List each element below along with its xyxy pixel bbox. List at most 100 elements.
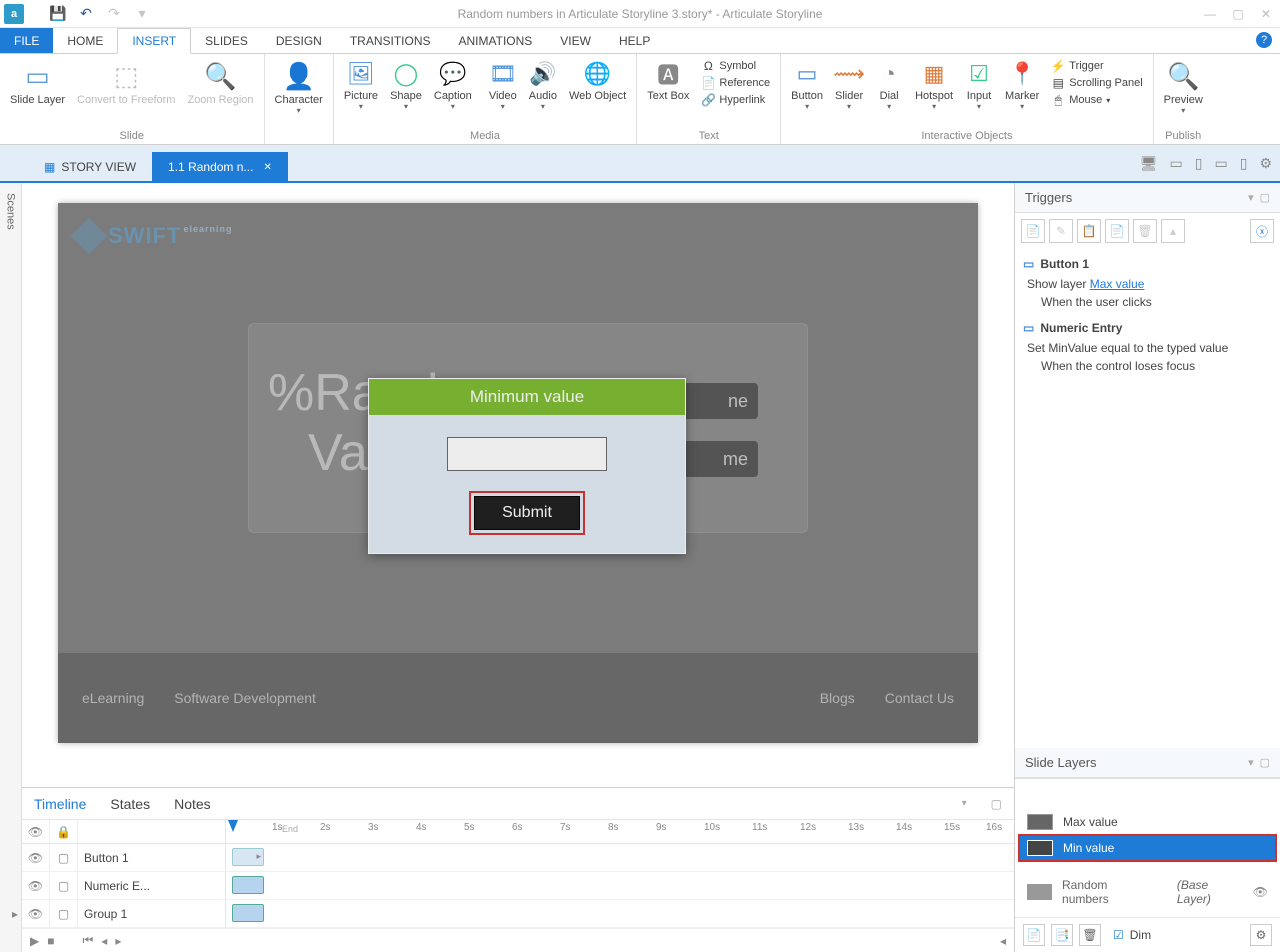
text-box-button[interactable]: 🅰Text Box (641, 56, 695, 104)
panel-menu-icon[interactable]: ▾ (1248, 756, 1254, 769)
playhead-icon[interactable] (228, 820, 238, 832)
edit-trigger-icon[interactable]: ✎ (1049, 219, 1073, 243)
reference-button[interactable]: 📄Reference (699, 75, 772, 91)
notes-tab[interactable]: Notes (174, 796, 211, 812)
dim-checkbox[interactable]: ☑ (1113, 928, 1124, 942)
paste-trigger-icon[interactable]: 📄 (1105, 219, 1129, 243)
tab-file[interactable]: FILE (0, 28, 53, 53)
tab-home[interactable]: HOME (53, 28, 117, 53)
timeline-row[interactable]: ▸👁▢Group 1 (22, 900, 1014, 928)
trigger-rule[interactable]: Show layer Max value (1023, 275, 1272, 293)
tab-insert[interactable]: INSERT (117, 28, 191, 54)
picture-button[interactable]: 🖼Picture▾ (338, 56, 384, 113)
slide-layer-button[interactable]: ▭Slide Layer (4, 56, 71, 108)
save-icon[interactable]: 💾 (50, 6, 66, 22)
trigger-object[interactable]: ▭Numeric Entry (1023, 317, 1272, 339)
scroll-left-icon[interactable]: ◂ (1000, 934, 1006, 948)
tablet-landscape-icon[interactable]: ▭ (1170, 155, 1183, 172)
layer-toolbar: 📄 📑 🗑 ☑ Dim ⚙ (1015, 917, 1280, 952)
dial-button[interactable]: ◔Dial▾ (869, 56, 909, 113)
panel-menu-icon[interactable]: ▾ (962, 798, 967, 809)
hotspot-button[interactable]: ▦Hotspot▾ (909, 56, 959, 113)
phone-portrait-icon[interactable]: ▯ (1240, 155, 1248, 172)
panel-window-icon[interactable]: ▢ (991, 797, 1002, 811)
audio-button[interactable]: 🔊Audio▾ (523, 56, 563, 113)
new-trigger-icon[interactable]: 📄 (1021, 219, 1045, 243)
duplicate-layer-icon[interactable]: 📑 (1051, 924, 1073, 946)
qat-dropdown-icon[interactable]: ▾ (134, 6, 150, 22)
desktop-icon[interactable]: 🖥 (1140, 155, 1158, 172)
tab-transitions[interactable]: TRANSITIONS (336, 28, 445, 53)
hyperlink-button[interactable]: 🔗Hyperlink (699, 92, 772, 108)
close-button[interactable]: ✕ (1252, 2, 1280, 26)
panel-menu-icon[interactable]: ▾ (1248, 191, 1254, 204)
prev-frame-icon[interactable]: ◂ (101, 934, 107, 948)
close-tab-icon[interactable]: ✕ (263, 162, 271, 173)
undo-icon[interactable]: ↶ (78, 6, 94, 22)
eye-header-icon[interactable]: 👁 (22, 820, 50, 843)
scenes-rail[interactable]: Scenes (0, 183, 22, 952)
slider-button[interactable]: ⟿Slider▾ (829, 56, 869, 113)
lock-header-icon[interactable]: 🔒 (50, 820, 78, 843)
shape-button[interactable]: ◯Shape▾ (384, 56, 428, 113)
trigger-object[interactable]: ▭Button 1 (1023, 253, 1272, 275)
panel-popout-icon[interactable]: ▢ (1260, 191, 1270, 204)
timeline-row[interactable]: 👁▢Button 1 ▸ (22, 844, 1014, 872)
next-frame-icon[interactable]: ▸ (115, 934, 121, 948)
base-layer-row[interactable]: Random numbers (Base Layer) 👁 (1019, 873, 1276, 911)
slide-canvas[interactable]: SWIFT elearning %Random Va ne me Minimum… (22, 183, 1014, 787)
copy-trigger-icon[interactable]: 📋 (1077, 219, 1101, 243)
zoom-region-button[interactable]: 🔍Zoom Region (181, 56, 259, 108)
delete-trigger-icon[interactable]: 🗑 (1133, 219, 1157, 243)
tab-animations[interactable]: ANIMATIONS (445, 28, 547, 53)
visibility-icon[interactable]: 👁 (1253, 885, 1268, 899)
tab-view[interactable]: VIEW (546, 28, 605, 53)
timeline-row[interactable]: 👁▢Numeric E... (22, 872, 1014, 900)
states-tab[interactable]: States (110, 796, 150, 812)
variables-icon[interactable]: ⓧ (1250, 219, 1274, 243)
help-icon[interactable]: ? (1256, 32, 1272, 48)
layer-settings-icon[interactable]: ⚙ (1250, 924, 1272, 946)
settings-icon[interactable]: ⚙ (1259, 155, 1272, 172)
play-icon[interactable]: ▶ (30, 934, 39, 948)
web-object-button[interactable]: 🌐Web Object (563, 56, 632, 104)
button-button[interactable]: ▭Button▾ (785, 56, 829, 113)
preview-button[interactable]: 🔍Preview▾ (1158, 56, 1209, 117)
symbol-button[interactable]: ΩSymbol (699, 58, 772, 74)
marker-button[interactable]: 📍Marker▾ (999, 56, 1045, 113)
layer-row[interactable]: Max value (1019, 809, 1276, 835)
timeline-ruler[interactable]: End 1s 2s 3s 4s 5s 6s 7s 8s 9s 10s 11s 1… (226, 820, 1014, 843)
window-controls: — ▢ ✕ (1196, 2, 1280, 26)
redo-icon[interactable]: ↷ (106, 6, 122, 22)
input-button[interactable]: ☑Input▾ (959, 56, 999, 113)
tab-help[interactable]: HELP (605, 28, 664, 53)
caption-button[interactable]: 💬Caption▾ (428, 56, 478, 113)
story-view-tab[interactable]: ▦STORY VIEW (28, 152, 152, 182)
move-up-icon[interactable]: ▴ (1161, 219, 1185, 243)
phone-landscape-icon[interactable]: ▭ (1214, 155, 1227, 172)
slide-tab[interactable]: 1.1 Random n...✕ (152, 152, 288, 182)
tab-slides[interactable]: SLIDES (191, 28, 262, 53)
character-button[interactable]: 👤Character▾ (269, 56, 329, 117)
layer-row-selected[interactable]: Min value (1019, 835, 1276, 861)
timeline-tab[interactable]: Timeline (34, 796, 86, 812)
panel-popout-icon[interactable]: ▢ (1260, 756, 1270, 769)
minimize-button[interactable]: — (1196, 2, 1224, 26)
video-button[interactable]: 🎞Video▾ (483, 56, 523, 113)
trigger-button[interactable]: ⚡Trigger (1049, 58, 1144, 74)
delete-layer-icon[interactable]: 🗑 (1079, 924, 1101, 946)
new-layer-icon[interactable]: 📄 (1023, 924, 1045, 946)
scrolling-panel-button[interactable]: ▤Scrolling Panel (1049, 75, 1144, 91)
trigger-link: Max value (1090, 277, 1145, 291)
trigger-rule[interactable]: Set MinValue equal to the typed value (1023, 339, 1272, 357)
stop-icon[interactable]: ■ (47, 934, 54, 948)
maximize-button[interactable]: ▢ (1224, 2, 1252, 26)
mouse-button[interactable]: 🖱Mouse ▾ (1049, 92, 1144, 108)
group-interactive-label: Interactive Objects (785, 130, 1148, 144)
rewind-icon[interactable]: ⏮ (82, 933, 93, 948)
convert-freeform-button[interactable]: ⬚Convert to Freeform (71, 56, 181, 108)
slide-layers-header: Slide Layers ▾▢ (1015, 748, 1280, 778)
tablet-portrait-icon[interactable]: ▯ (1195, 155, 1203, 172)
layer-thumb (1027, 884, 1052, 900)
tab-design[interactable]: DESIGN (262, 28, 336, 53)
